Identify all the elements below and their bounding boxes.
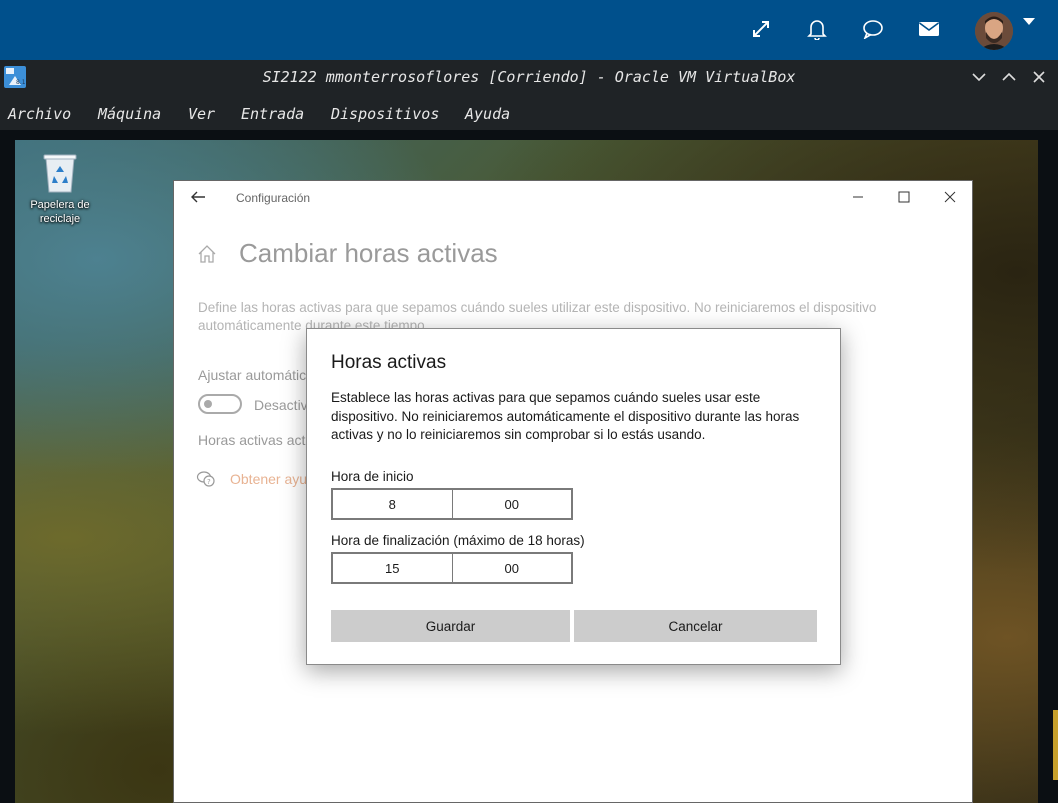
- page-title: Cambiar horas activas: [239, 238, 498, 268]
- end-time-picker[interactable]: 15 00: [331, 552, 573, 584]
- home-icon[interactable]: [196, 243, 218, 265]
- svg-text:?: ?: [207, 478, 211, 486]
- menu-ayuda[interactable]: Ayuda: [465, 105, 510, 123]
- dialog-title: Horas activas: [331, 352, 447, 373]
- start-minute-field[interactable]: 00: [451, 490, 572, 518]
- dialog-description: Establece las horas activas para que sep…: [331, 390, 800, 442]
- settings-close-icon[interactable]: [938, 187, 962, 207]
- minimize-icon[interactable]: [968, 66, 990, 88]
- menu-entrada[interactable]: Entrada: [241, 105, 304, 123]
- save-button[interactable]: Guardar: [331, 610, 570, 642]
- cancel-button[interactable]: Cancelar: [574, 610, 817, 642]
- vbox-menubar: Archivo Máquina Ver Entrada Dispositivos…: [0, 96, 1058, 130]
- start-time-label: Hora de inicio: [331, 469, 414, 484]
- auto-adjust-toggle[interactable]: [198, 394, 242, 414]
- recycle-bin-label: Papelera de reciclaje: [30, 199, 90, 225]
- remote-toolbar: [0, 0, 1058, 60]
- chat-icon[interactable]: [858, 14, 888, 44]
- window-title: SI2122 mmonterrosoflores [Corriendo] - O…: [262, 68, 796, 86]
- settings-maximize-icon[interactable]: [892, 187, 916, 207]
- start-hour-field[interactable]: 8: [333, 490, 452, 518]
- back-arrow-icon[interactable]: [188, 187, 208, 207]
- menu-dispositivos[interactable]: Dispositivos: [331, 105, 439, 123]
- bell-icon[interactable]: [802, 14, 832, 44]
- end-minute-field[interactable]: 00: [451, 554, 572, 582]
- end-hour-field[interactable]: 15: [333, 554, 452, 582]
- background-window-edge: [1053, 710, 1058, 780]
- recycle-bin-icon: [43, 154, 77, 193]
- menu-maquina[interactable]: Máquina: [98, 105, 161, 123]
- account-menu-caret-icon[interactable]: [1023, 18, 1035, 25]
- toggle-knob: [204, 400, 212, 408]
- end-time-label: Hora de finalización (máximo de 18 horas…: [331, 533, 585, 548]
- adjust-auto-label: Ajustar automátic: [198, 367, 307, 383]
- fullscreen-icon[interactable]: [746, 14, 776, 44]
- recycle-bin-shortcut[interactable]: Papelera de reciclaje: [30, 150, 90, 226]
- vbox-titlebar: 8.1 SI2122 mmonterrosoflores [Corriendo]…: [0, 60, 1058, 96]
- start-time-picker[interactable]: 8 00: [331, 488, 573, 520]
- user-avatar[interactable]: [975, 12, 1013, 50]
- get-help-link[interactable]: Obtener ayu: [230, 471, 307, 487]
- menu-ver[interactable]: Ver: [188, 105, 215, 123]
- toggle-state-label: Desactiv: [254, 397, 308, 413]
- maximize-icon[interactable]: [998, 66, 1020, 88]
- close-icon[interactable]: [1028, 66, 1050, 88]
- mail-icon[interactable]: [914, 14, 944, 44]
- current-hours-label: Horas activas actu: [198, 432, 314, 448]
- help-icon: ?: [196, 470, 216, 492]
- menu-archivo[interactable]: Archivo: [8, 105, 71, 123]
- settings-minimize-icon[interactable]: [846, 187, 870, 207]
- settings-caption: Configuración: [236, 191, 311, 205]
- active-hours-dialog: Horas activas Establece las horas activa…: [306, 328, 841, 665]
